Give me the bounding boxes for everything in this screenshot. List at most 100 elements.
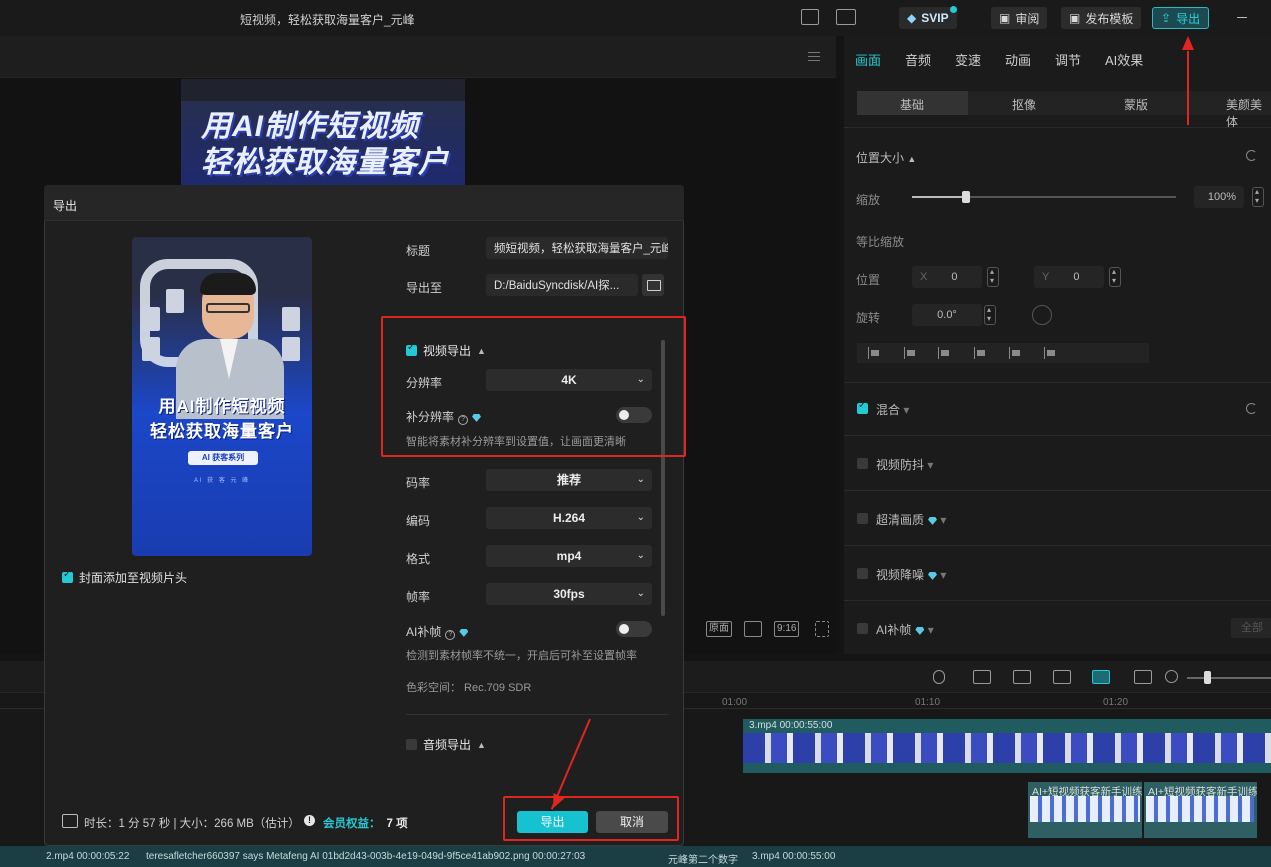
tab-ai-effects[interactable]: AI效果 (1105, 50, 1143, 69)
tab-adjust[interactable]: 调节 (1055, 50, 1081, 69)
review-label: 审阅 (1015, 11, 1040, 26)
position-size-heading[interactable]: 位置大小 ▲ (856, 149, 916, 166)
align-center-h-icon[interactable] (904, 347, 916, 359)
bitrate-label: 码率 (406, 476, 431, 490)
ai-interp-text: AI补帧 (876, 623, 912, 637)
blend-checkbox[interactable] (857, 400, 868, 414)
folder-icon[interactable] (642, 274, 664, 296)
subtab-cutout[interactable]: 抠像 (1012, 96, 1036, 113)
original-ratio-button[interactable]: 原面 (706, 621, 732, 637)
review-button[interactable]: ▣ 审阅 (991, 7, 1048, 29)
ai-interp-label: AI补帧? (406, 623, 469, 640)
export-top-button[interactable]: ⇪ 导出 (1152, 7, 1210, 29)
y-value: 0 (1073, 271, 1080, 283)
scale-slider-knob[interactable] (962, 191, 970, 203)
rotate-stepper[interactable] (984, 305, 996, 325)
super-res-checkbox[interactable] (857, 513, 868, 524)
audio-export-checkbox[interactable] (406, 739, 417, 750)
position-x-input[interactable]: X0 (912, 266, 982, 288)
bitrate-select[interactable]: 推荐 ⌄ (486, 469, 652, 491)
minimize-icon[interactable] (1237, 17, 1247, 18)
cover-device (142, 307, 160, 331)
preview-axis-icon[interactable] (1134, 670, 1152, 684)
fullscreen-icon[interactable] (815, 621, 829, 637)
publish-template-button[interactable]: ▣ 发布模板 (1061, 7, 1142, 29)
export-to-label: 导出至 (406, 281, 443, 295)
vip-benefits-link[interactable]: 会员权益： 7 项 (323, 815, 408, 831)
subtab-beauty[interactable]: 美颜美体 (1226, 96, 1271, 130)
divider (844, 600, 1271, 601)
ai-interp-checkbox[interactable] (857, 623, 868, 634)
zoom-out-icon[interactable] (1165, 670, 1178, 683)
upload-icon: ⇪ (1161, 11, 1172, 25)
align-top-icon[interactable] (974, 347, 986, 359)
clip-thumbnails (1146, 796, 1254, 822)
stabilize-checkbox[interactable] (857, 458, 868, 469)
add-cover-label: 封面添加至视频片头 (79, 571, 188, 585)
align-bottom-icon[interactable] (1044, 347, 1056, 359)
rotate-input[interactable]: 0.0° (912, 304, 982, 326)
position-x-stepper[interactable] (987, 267, 999, 287)
denoise-checkbox[interactable] (857, 568, 868, 579)
cover-title-line1: 用AI制作短视频 (158, 397, 286, 416)
export-path-input[interactable]: D:/BaiduSyncdisk/AI探... (486, 274, 638, 296)
cover-thumbnail[interactable]: 用AI制作短视频 轻松获取海量客户 AI 获客系列 AI 获 客 元 峰 (132, 237, 312, 556)
audio-export-section[interactable]: 音频导出 ▲ (406, 736, 486, 753)
scale-stepper[interactable] (1252, 187, 1264, 207)
aspect-ratio-button[interactable]: 9:16 (774, 621, 800, 637)
preview-text-line2: 轻松获取海量客户 (201, 146, 449, 179)
tab-speed[interactable]: 变速 (955, 50, 981, 69)
link-icon[interactable] (973, 670, 991, 684)
position-y-input[interactable]: Y0 (1034, 266, 1104, 288)
reset-icon[interactable] (1246, 403, 1257, 414)
add-cover-option[interactable]: 封面添加至视频片头 (62, 569, 187, 586)
codec-select[interactable]: H.264 ⌄ (486, 507, 652, 529)
svip-button[interactable]: ◆ SVIP (899, 7, 957, 29)
ai-interp-toggle[interactable] (616, 621, 652, 637)
monitor-icon[interactable] (836, 9, 856, 25)
align-center-v-icon[interactable] (1009, 347, 1021, 359)
divider (844, 435, 1271, 436)
svip-label: SVIP (921, 11, 949, 25)
cover-device (142, 337, 160, 361)
track-clip-label: 元峰第二个数字 (668, 855, 738, 866)
title-input[interactable]: 频短视频，轻松获取海量客户_元峰 (486, 237, 668, 259)
ai-interp-panel-label: AI补帧 ▾ (876, 621, 934, 638)
crop-icon[interactable] (744, 621, 762, 637)
align-left-icon[interactable] (868, 347, 880, 359)
microphone-icon[interactable] (933, 670, 945, 684)
menu-icon[interactable] (808, 52, 820, 61)
apply-all-button[interactable]: 全部 (1231, 618, 1271, 638)
layout-icon[interactable] (801, 9, 819, 25)
fps-select[interactable]: 30fps ⌄ (486, 583, 652, 605)
subtab-mask[interactable]: 蒙版 (1124, 96, 1148, 113)
chevron-down-icon: ⌄ (636, 512, 645, 523)
split-icon[interactable] (1013, 670, 1031, 684)
position-y-stepper[interactable] (1109, 267, 1121, 287)
zoom-slider-knob[interactable] (1204, 671, 1211, 684)
info-icon[interactable]: ! (304, 815, 315, 826)
help-icon[interactable]: ? (445, 630, 456, 640)
snap-icon[interactable] (1092, 670, 1110, 684)
tab-picture[interactable]: 画面 (855, 50, 881, 69)
chain-icon[interactable] (1053, 670, 1071, 684)
tab-audio[interactable]: 音频 (905, 50, 931, 69)
x-value: 0 (951, 271, 958, 283)
super-res-text: 超清画质 (876, 513, 925, 527)
divider (844, 127, 1271, 128)
align-right-icon[interactable] (938, 347, 950, 359)
zoom-slider-track[interactable] (1187, 677, 1271, 679)
reset-icon[interactable] (1246, 150, 1257, 161)
rotate-dial-icon[interactable] (1032, 305, 1052, 325)
chevron-down-icon: ⌄ (636, 588, 645, 599)
cover-device (282, 307, 300, 331)
format-value: mp4 (556, 549, 582, 563)
stabilize-text: 视频防抖 (876, 458, 925, 472)
cover-title-line2: 轻松获取海量客户 (150, 422, 294, 441)
tab-animation[interactable]: 动画 (1005, 50, 1031, 69)
subtab-basic[interactable]: 基础 (900, 96, 924, 113)
format-select[interactable]: mp4 ⌄ (486, 545, 652, 567)
scale-slider-fill (912, 196, 966, 198)
scale-input[interactable]: 100% (1194, 186, 1244, 208)
add-cover-checkbox[interactable] (62, 569, 73, 583)
